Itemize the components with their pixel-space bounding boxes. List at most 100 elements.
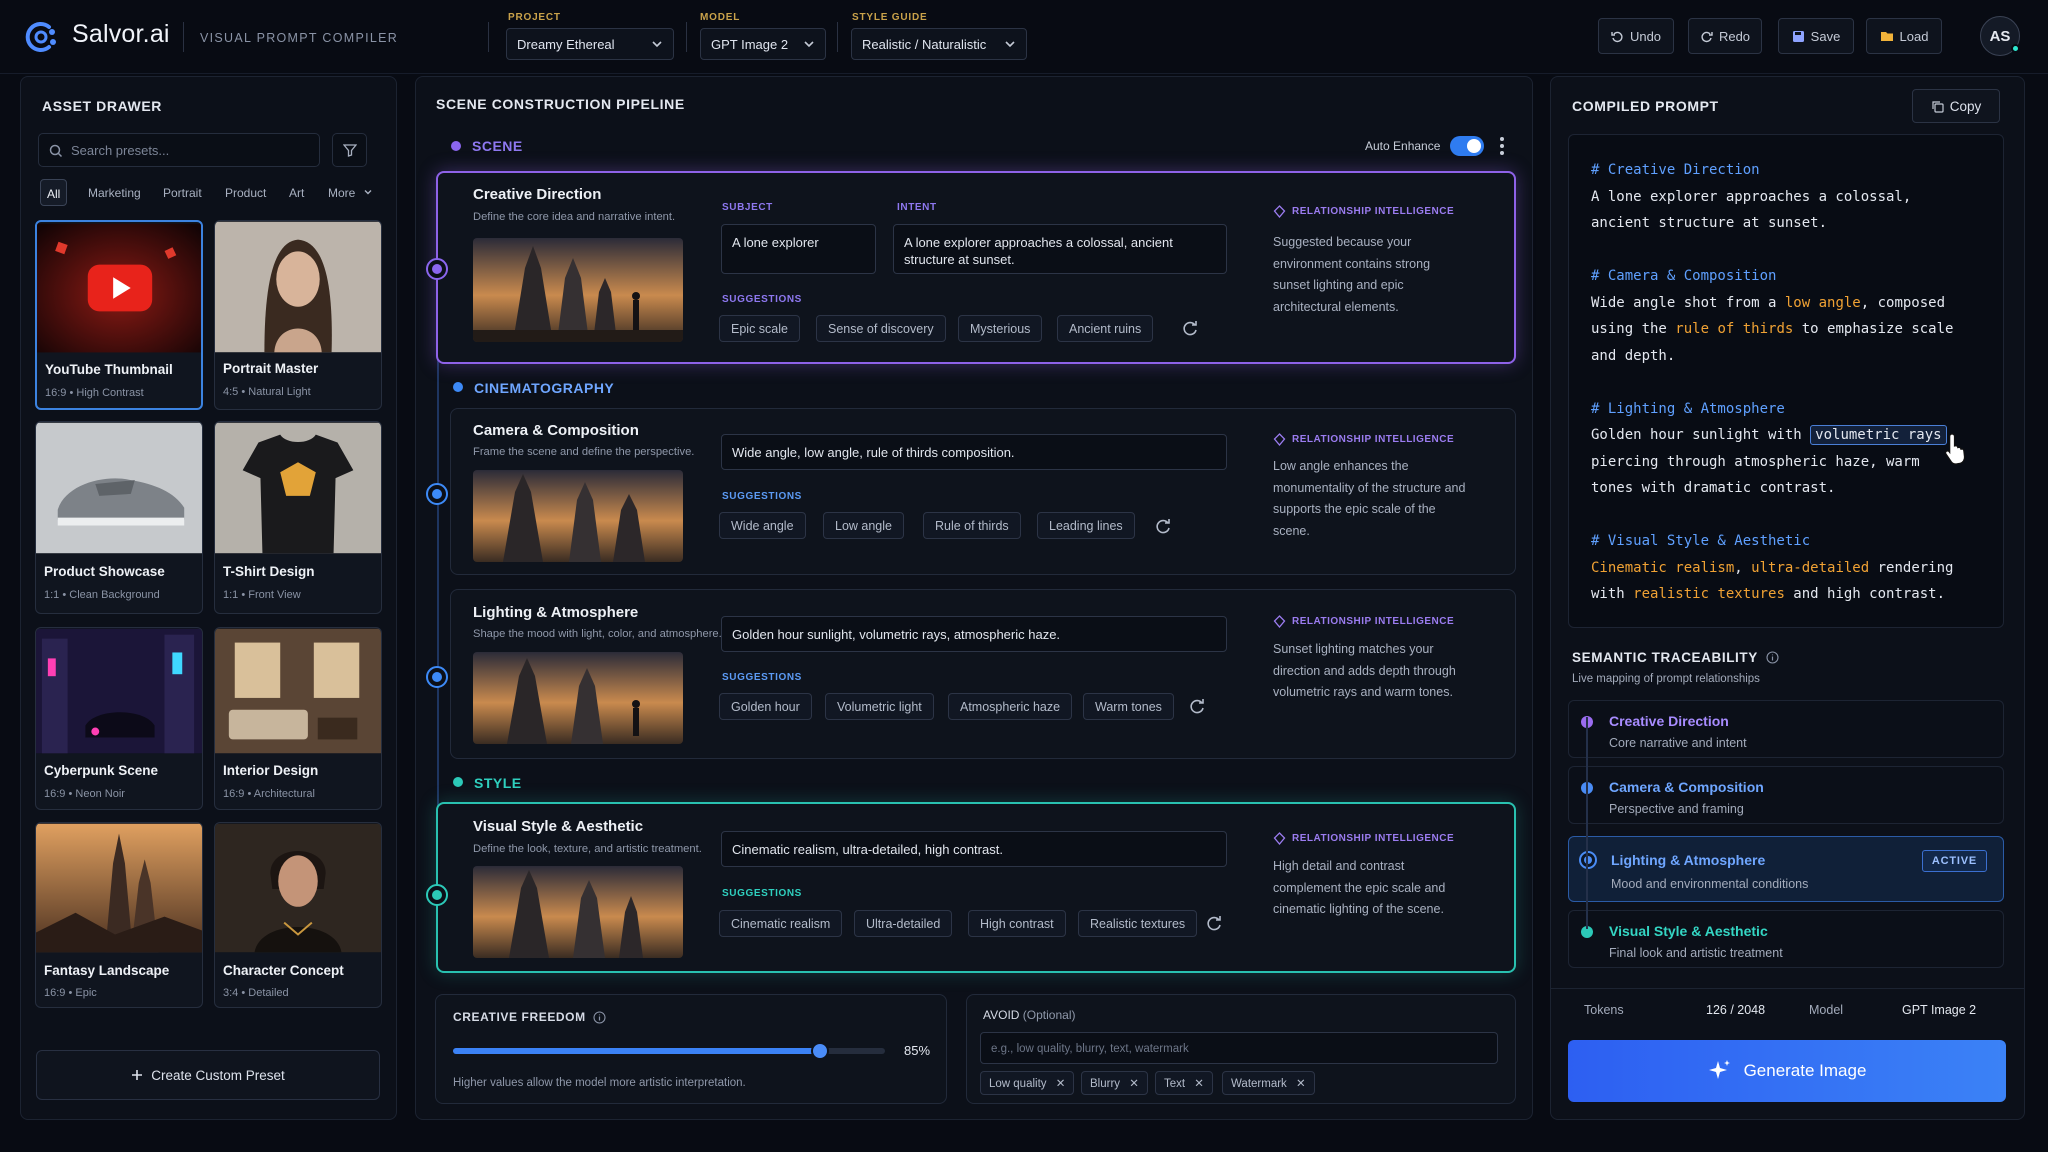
lighting-atmosphere-desc: Shape the mood with light, color, and at… bbox=[473, 628, 722, 640]
tokens-label: Tokens bbox=[1584, 1003, 1624, 1017]
trace-item-visual-style[interactable]: Visual Style & Aesthetic Final look and … bbox=[1568, 910, 2004, 968]
creative-direction-image bbox=[473, 238, 683, 342]
suggestion-chip[interactable]: Leading lines bbox=[1037, 512, 1135, 539]
refresh-icon[interactable] bbox=[1205, 914, 1223, 932]
lighting-atmosphere-input[interactable]: Golden hour sunlight, volumetric rays, a… bbox=[721, 616, 1227, 652]
suggestion-chip[interactable]: Volumetric light bbox=[825, 693, 934, 720]
creative-freedom-label: CREATIVE FREEDOM bbox=[453, 1010, 606, 1024]
preset-card-t-shirt-design[interactable]: T-Shirt Design 1:1 • Front View bbox=[214, 421, 382, 614]
trace-item-lighting-atmosphere[interactable]: Lighting & Atmosphere Mood and environme… bbox=[1568, 836, 2004, 902]
style-guide-dropdown[interactable]: Realistic / Naturalistic bbox=[851, 28, 1027, 60]
trace-title: Creative Direction bbox=[1609, 713, 1729, 729]
user-avatar[interactable]: AS bbox=[1980, 16, 2020, 56]
camera-composition-input[interactable]: Wide angle, low angle, rule of thirds co… bbox=[721, 434, 1227, 470]
suggestion-chip[interactable]: Golden hour bbox=[719, 693, 812, 720]
top-bar: Salvor.ai VISUAL PROMPT COMPILER PROJECT… bbox=[0, 0, 2048, 74]
undo-button[interactable]: Undo bbox=[1598, 18, 1674, 54]
intent-input[interactable]: A lone explorer approaches a colossal, a… bbox=[893, 224, 1227, 274]
suggestion-chip[interactable]: Rule of thirds bbox=[923, 512, 1021, 539]
user-initials: AS bbox=[1989, 27, 2011, 45]
intent-label: INTENT bbox=[897, 202, 937, 213]
preset-search-input[interactable]: Search presets... bbox=[38, 133, 320, 167]
suggestion-chip[interactable]: Atmospheric haze bbox=[948, 693, 1073, 720]
creative-direction-desc: Define the core idea and narrative inten… bbox=[473, 211, 676, 223]
creative-freedom-hint: Higher values allow the model more artis… bbox=[453, 1077, 746, 1089]
divider bbox=[686, 22, 687, 52]
preset-name: Fantasy Landscape bbox=[44, 963, 170, 978]
save-button[interactable]: Save bbox=[1778, 18, 1854, 54]
compiled-prompt-text[interactable]: # Creative Direction A lone explorer app… bbox=[1568, 134, 2004, 628]
trace-connector-line bbox=[1586, 717, 1588, 929]
project-value: Dreamy Ethereal bbox=[517, 37, 615, 52]
load-button[interactable]: Load bbox=[1866, 18, 1942, 54]
suggestion-chip[interactable]: Realistic textures bbox=[1078, 910, 1198, 937]
visual-style-image bbox=[473, 866, 683, 958]
preset-card-youtube-thumbnail[interactable]: YouTube Thumbnail 16:9 • High Contrast bbox=[35, 220, 203, 410]
info-icon[interactable] bbox=[593, 1010, 606, 1024]
project-dropdown[interactable]: Dreamy Ethereal bbox=[506, 28, 674, 60]
subject-input[interactable]: A lone explorer bbox=[721, 224, 876, 274]
remove-tag-icon[interactable]: ✕ bbox=[1129, 1078, 1139, 1090]
t-shirt-design-image bbox=[215, 422, 381, 554]
suggestion-chip[interactable]: Low angle bbox=[823, 512, 904, 539]
category-product[interactable]: Product bbox=[219, 179, 272, 206]
visual-style-input[interactable]: Cinematic realism, ultra-detailed, high … bbox=[721, 831, 1227, 867]
refresh-icon[interactable] bbox=[1154, 517, 1172, 535]
suggestion-chip[interactable]: Cinematic realism bbox=[719, 910, 843, 937]
suggestion-chip[interactable]: Wide angle bbox=[719, 512, 806, 539]
preset-meta: 16:9 • Epic bbox=[44, 987, 97, 999]
auto-enhance-toggle[interactable] bbox=[1450, 136, 1484, 156]
remove-tag-icon[interactable]: ✕ bbox=[1296, 1078, 1306, 1090]
chevron-down-icon bbox=[804, 41, 814, 48]
category-marketing[interactable]: Marketing bbox=[82, 179, 147, 206]
suggestion-chip[interactable]: Warm tones bbox=[1083, 693, 1174, 720]
style-section-label: STYLE bbox=[474, 775, 522, 791]
suggestion-chip[interactable]: Ultra-detailed bbox=[854, 910, 953, 937]
preset-card-fantasy-landscape[interactable]: Fantasy Landscape 16:9 • Epic bbox=[35, 822, 203, 1008]
more-options-icon[interactable] bbox=[1500, 137, 1504, 158]
trace-item-camera-composition[interactable]: Camera & Composition Perspective and fra… bbox=[1568, 766, 2004, 824]
model-dropdown[interactable]: GPT Image 2 bbox=[700, 28, 826, 60]
refresh-icon[interactable] bbox=[1181, 319, 1199, 337]
preset-card-product-showcase[interactable]: Product Showcase 1:1 • Clean Background bbox=[35, 421, 203, 614]
category-portrait[interactable]: Portrait bbox=[157, 179, 208, 206]
preset-card-character-concept[interactable]: Character Concept 3:4 • Detailed bbox=[214, 822, 382, 1008]
lighting-atmosphere-node bbox=[426, 666, 448, 688]
refresh-icon[interactable] bbox=[1188, 697, 1206, 715]
save-label: Save bbox=[1810, 28, 1841, 44]
sparkle-icon bbox=[1708, 1060, 1730, 1079]
creative-freedom-slider[interactable] bbox=[453, 1042, 885, 1060]
interior-design-image bbox=[215, 628, 381, 754]
model-value: GPT Image 2 bbox=[711, 37, 789, 52]
filter-button[interactable] bbox=[332, 133, 367, 167]
remove-tag-icon[interactable]: ✕ bbox=[1194, 1078, 1204, 1090]
suggestion-chip[interactable]: Ancient ruins bbox=[1057, 315, 1154, 342]
preset-name: Character Concept bbox=[223, 963, 344, 978]
suggestion-chip[interactable]: Epic scale bbox=[719, 315, 800, 342]
remove-tag-icon[interactable]: ✕ bbox=[1056, 1078, 1066, 1090]
preset-card-cyberpunk-scene[interactable]: Cyberpunk Scene 16:9 • Neon Noir bbox=[35, 627, 203, 810]
suggestion-chip[interactable]: Sense of discovery bbox=[816, 315, 946, 342]
redo-button[interactable]: Redo bbox=[1688, 18, 1762, 54]
avoid-input[interactable]: e.g., low quality, blurry, text, waterma… bbox=[980, 1032, 1498, 1064]
creative-direction-title: Creative Direction bbox=[473, 186, 602, 203]
create-custom-preset-button[interactable]: Create Custom Preset bbox=[36, 1050, 380, 1100]
info-icon[interactable] bbox=[1766, 651, 1779, 664]
semantic-traceability-title: SEMANTIC TRACEABILITY bbox=[1572, 650, 1779, 665]
scene-section-dot bbox=[451, 141, 461, 151]
preset-card-interior-design[interactable]: Interior Design 16:9 • Architectural bbox=[214, 627, 382, 810]
trace-item-creative-direction[interactable]: Creative Direction Core narrative and in… bbox=[1568, 700, 2004, 758]
category-art[interactable]: Art bbox=[283, 179, 310, 206]
category-all[interactable]: All bbox=[40, 179, 68, 206]
generate-image-button[interactable]: Generate Image bbox=[1568, 1040, 2006, 1102]
camera-composition-desc: Frame the scene and define the perspecti… bbox=[473, 446, 695, 458]
suggestion-chip[interactable]: High contrast bbox=[968, 910, 1066, 937]
copy-button[interactable]: Copy bbox=[1912, 89, 2000, 123]
avoid-tag: Blurry ✕ bbox=[1081, 1071, 1148, 1095]
category-more[interactable]: More bbox=[322, 179, 379, 206]
preset-name: YouTube Thumbnail bbox=[45, 362, 173, 377]
suggestion-chip[interactable]: Mysterious bbox=[958, 315, 1043, 342]
suggestions-label: SUGGESTIONS bbox=[722, 491, 802, 502]
preset-card-portrait-master[interactable]: Portrait Master 4:5 • Natural Light bbox=[214, 220, 382, 410]
portrait-master-image bbox=[215, 221, 381, 353]
